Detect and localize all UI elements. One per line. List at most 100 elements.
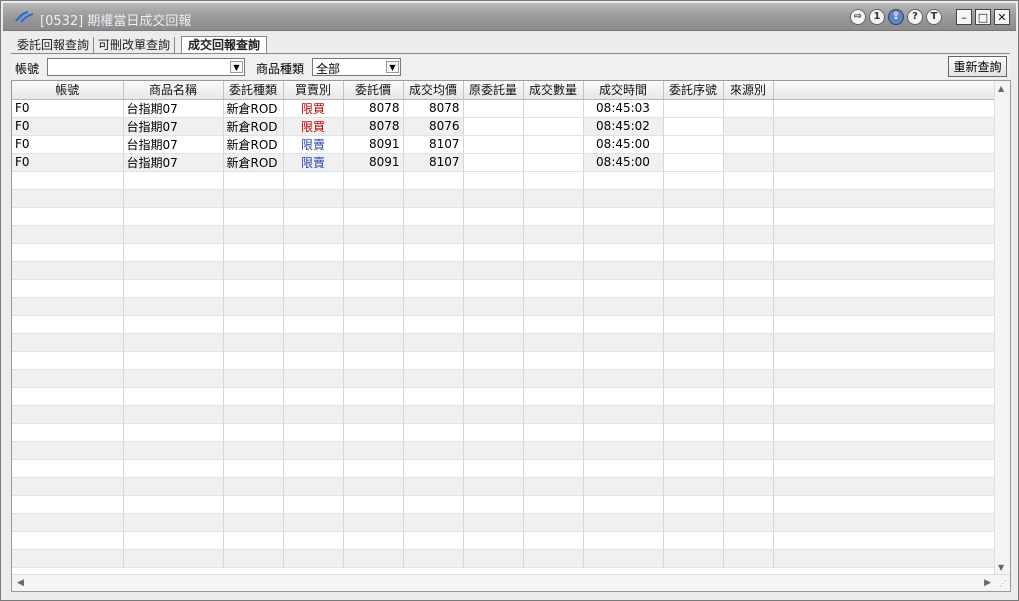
table-cell: [123, 351, 224, 370]
table-cell: F0: [12, 135, 124, 154]
table-cell: [403, 297, 464, 316]
table-row[interactable]: [12, 207, 996, 226]
table-cell: [343, 333, 404, 352]
table-cell: 台指期07: [123, 117, 224, 136]
column-header[interactable]: 委託序號: [663, 81, 724, 100]
table-cell: [12, 351, 124, 370]
chevron-down-icon[interactable]: ▼: [386, 61, 399, 73]
table-cell: [12, 207, 124, 226]
table-cell: [223, 279, 284, 298]
table-row[interactable]: [12, 477, 996, 496]
table-row[interactable]: [12, 243, 996, 262]
column-header[interactable]: 成交數量: [523, 81, 584, 100]
table-cell: 8091: [343, 153, 404, 172]
product-type-value: 全部: [316, 62, 341, 76]
table-row[interactable]: [12, 351, 996, 370]
column-header[interactable]: [773, 81, 996, 100]
table-row[interactable]: F0 台指期07 新倉ROD 限買 8078 8078 08:45:03: [12, 99, 996, 118]
column-header[interactable]: 帳號: [12, 81, 124, 100]
table-cell: [663, 423, 724, 442]
table-row[interactable]: [12, 333, 996, 352]
table-cell: [223, 369, 284, 388]
table-cell: [773, 225, 996, 244]
table-row[interactable]: F0 台指期07 新倉ROD 限賣 8091 8107 08:45:00: [12, 135, 996, 154]
table-row[interactable]: [12, 189, 996, 208]
text-icon[interactable]: T: [926, 9, 942, 25]
product-type-dropdown[interactable]: 全部 ▼: [312, 58, 401, 76]
chevron-down-icon[interactable]: ▼: [230, 61, 243, 73]
column-header[interactable]: 原委託量: [463, 81, 524, 100]
table-cell: [12, 459, 124, 478]
table-row[interactable]: F0 台指期07 新倉ROD 限買 8078 8076 08:45:02: [12, 117, 996, 136]
help-icon[interactable]: ?: [907, 9, 923, 25]
table-cell: [343, 261, 404, 280]
table-cell: [463, 459, 524, 478]
table-cell: [663, 99, 724, 118]
table-row[interactable]: [12, 369, 996, 388]
tab-fill-report[interactable]: 成交回報查詢: [181, 36, 268, 54]
table-cell: [523, 315, 584, 334]
maximize-button[interactable]: □: [975, 9, 991, 25]
scroll-right-icon[interactable]: ▶: [984, 578, 991, 588]
exit-icon[interactable]: ⇨: [850, 9, 866, 25]
table-row[interactable]: [12, 549, 996, 568]
tab-cancellable-orders[interactable]: 可刪改單查詢: [94, 37, 176, 54]
account-dropdown[interactable]: ▼: [47, 58, 245, 76]
table-row[interactable]: [12, 405, 996, 424]
table-cell: [283, 441, 344, 460]
table-row[interactable]: [12, 225, 996, 244]
resize-grip-icon[interactable]: ⋰: [999, 579, 1009, 589]
vertical-scrollbar[interactable]: ▲ ▼: [994, 81, 1010, 575]
minimize-button[interactable]: –: [956, 9, 972, 25]
table-row[interactable]: [12, 459, 996, 478]
column-header[interactable]: 委託價: [343, 81, 404, 100]
table-cell: [12, 549, 124, 568]
info-1-icon[interactable]: 1: [869, 9, 885, 25]
table-row[interactable]: [12, 261, 996, 280]
table-row[interactable]: [12, 441, 996, 460]
column-header[interactable]: 商品名稱: [123, 81, 224, 100]
reload-query-button[interactable]: 重新查詢: [948, 56, 1007, 77]
table-cell: [723, 99, 774, 118]
table-row[interactable]: [12, 423, 996, 442]
table-row[interactable]: F0 台指期07 新倉ROD 限賣 8091 8107 08:45:00: [12, 153, 996, 172]
table-cell: [583, 207, 664, 226]
column-header[interactable]: 來源別: [723, 81, 774, 100]
app-logo-icon: [15, 10, 34, 23]
table-cell: [773, 315, 996, 334]
close-button[interactable]: ✕: [994, 9, 1010, 25]
column-header[interactable]: 成交均價: [403, 81, 464, 100]
scroll-left-icon[interactable]: ◀: [17, 578, 24, 588]
table-cell: [773, 333, 996, 352]
table-row[interactable]: [12, 387, 996, 406]
table-cell: [723, 225, 774, 244]
table-cell: [343, 513, 404, 532]
column-header[interactable]: 委託種類: [223, 81, 284, 100]
table-row[interactable]: [12, 279, 996, 298]
table-row[interactable]: [12, 495, 996, 514]
table-cell: [123, 333, 224, 352]
table-row[interactable]: [12, 531, 996, 550]
table-cell: [12, 333, 124, 352]
table-cell: [12, 315, 124, 334]
table-row[interactable]: [12, 315, 996, 334]
tab-order-report[interactable]: 委託回報查詢: [13, 37, 95, 54]
table-cell: [12, 405, 124, 424]
table-row[interactable]: [12, 297, 996, 316]
table-cell: 8107: [403, 135, 464, 154]
filter-toolbar: 帳號 ▼ 商品種類 全部 ▼ 重新查詢: [11, 55, 1010, 79]
table-cell: [773, 495, 996, 514]
horizontal-scrollbar[interactable]: ◀ ▶ ⋰: [12, 574, 1010, 591]
scroll-down-icon[interactable]: ▼: [998, 563, 1004, 572]
column-header[interactable]: 買賣別: [283, 81, 344, 100]
table-cell: [773, 117, 996, 136]
table-cell: [283, 513, 344, 532]
table-cell: [223, 171, 284, 190]
scroll-up-icon[interactable]: ▲: [998, 84, 1004, 93]
share-icon[interactable]: ⇪: [888, 9, 904, 25]
title-bar[interactable]: [0532] 期權當日成交回報 ⇨ 1 ⇪ ? T – □ ✕: [3, 3, 1016, 31]
table-row[interactable]: [12, 513, 996, 532]
table-row[interactable]: [12, 171, 996, 190]
column-header[interactable]: 成交時間: [583, 81, 664, 100]
table-cell: [723, 387, 774, 406]
